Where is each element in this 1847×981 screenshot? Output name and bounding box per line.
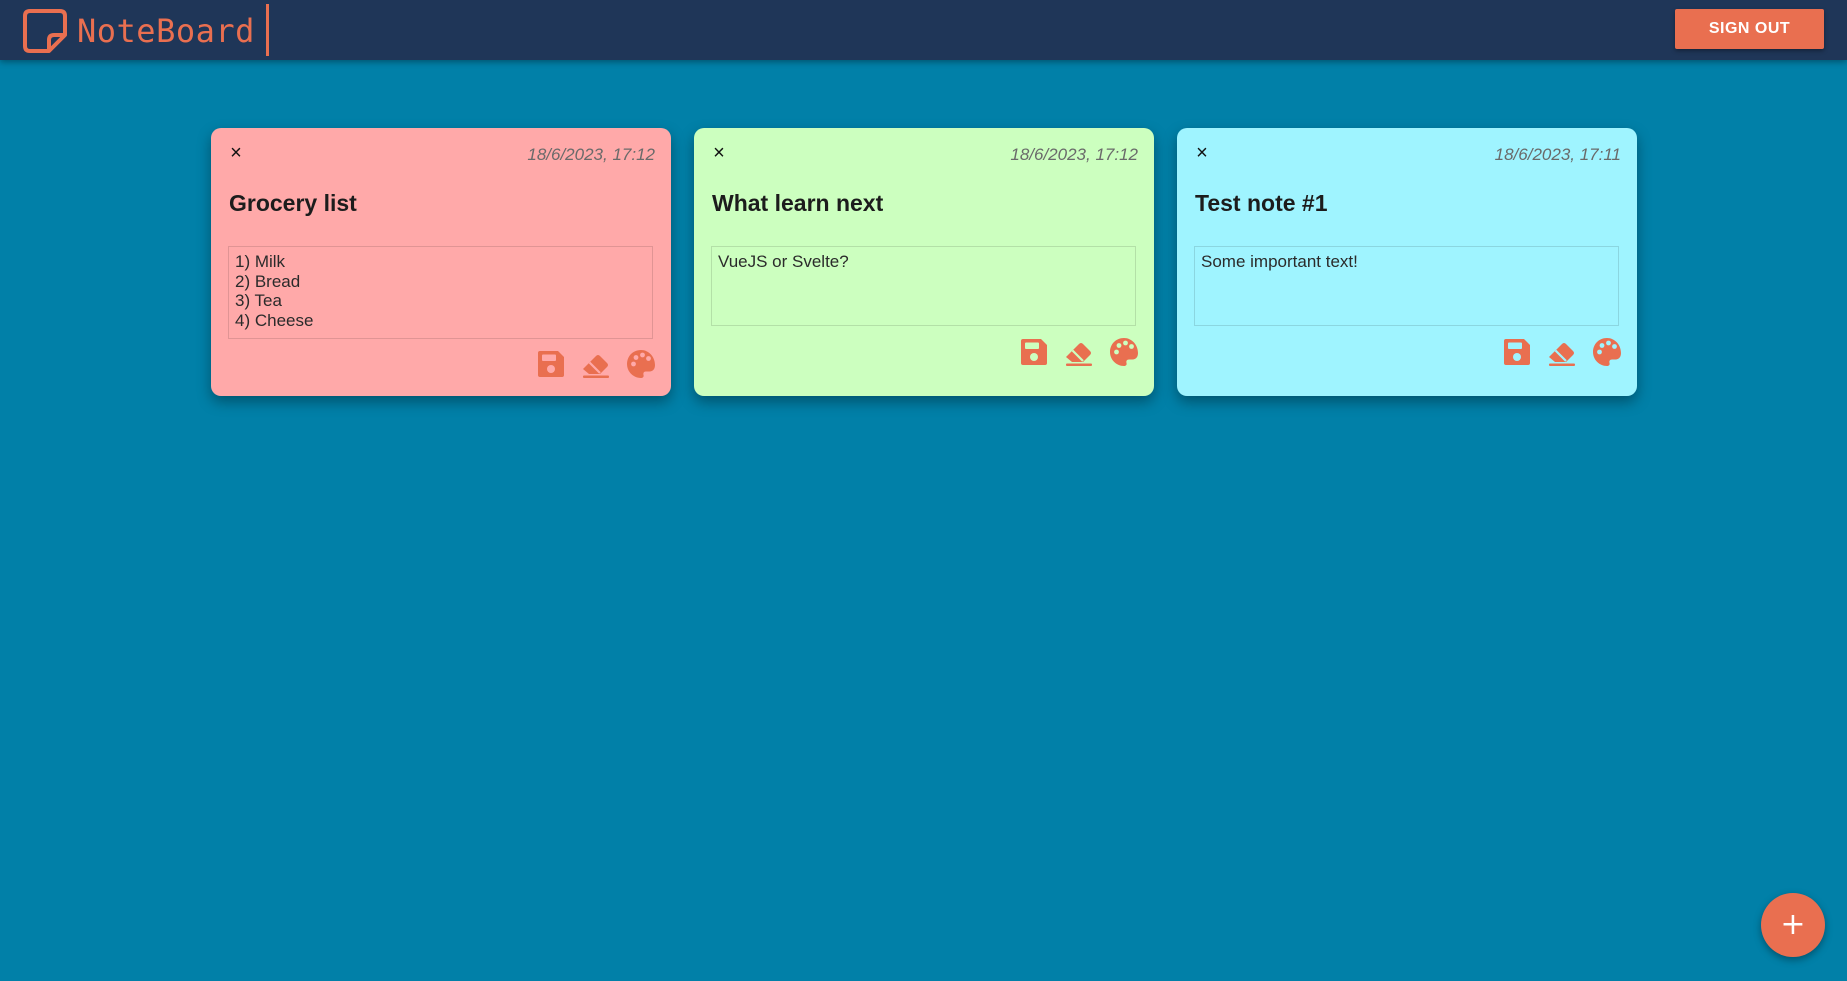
note-card: × 18/6/2023, 17:12 What learn next VueJS… (694, 128, 1154, 396)
note-title[interactable]: What learn next (712, 190, 883, 217)
note-body-textarea[interactable]: Some important text! (1194, 246, 1619, 326)
add-note-button[interactable]: + (1761, 893, 1825, 957)
note-title[interactable]: Grocery list (229, 190, 357, 217)
note-date: 18/6/2023, 17:12 (1010, 145, 1138, 164)
eraser-icon[interactable] (1546, 336, 1578, 368)
close-icon[interactable]: × (710, 143, 728, 163)
note-body-textarea[interactable]: 1) Milk 2) Bread 3) Tea 4) Cheese (228, 246, 653, 339)
note-actions (1018, 336, 1140, 368)
note-card: × 18/6/2023, 17:12 Grocery list 1) Milk … (211, 128, 671, 396)
close-icon[interactable]: × (227, 143, 245, 163)
eraser-icon[interactable] (1063, 336, 1095, 368)
sign-out-button[interactable]: SIGN OUT (1675, 9, 1824, 49)
sticky-note-icon (23, 9, 67, 53)
save-icon[interactable] (535, 348, 567, 380)
note-title[interactable]: Test note #1 (1195, 190, 1328, 217)
eraser-icon[interactable] (580, 348, 612, 380)
palette-icon[interactable] (1591, 336, 1623, 368)
brand-divider (266, 4, 269, 56)
palette-icon[interactable] (625, 348, 657, 380)
save-icon[interactable] (1501, 336, 1533, 368)
note-date: 18/6/2023, 17:11 (1494, 145, 1621, 164)
note-date: 18/6/2023, 17:12 (527, 145, 655, 164)
brand[interactable]: NoteBoard (22, 7, 255, 55)
note-card: × 18/6/2023, 17:11 Test note #1 Some imp… (1177, 128, 1637, 396)
note-actions (1501, 336, 1623, 368)
app-name: NoteBoard (77, 12, 255, 50)
save-icon[interactable] (1018, 336, 1050, 368)
top-bar: NoteBoard SIGN OUT (0, 0, 1847, 60)
note-body-textarea[interactable]: VueJS or Svelte? (711, 246, 1136, 326)
palette-icon[interactable] (1108, 336, 1140, 368)
close-icon[interactable]: × (1193, 143, 1211, 163)
note-actions (535, 348, 657, 380)
